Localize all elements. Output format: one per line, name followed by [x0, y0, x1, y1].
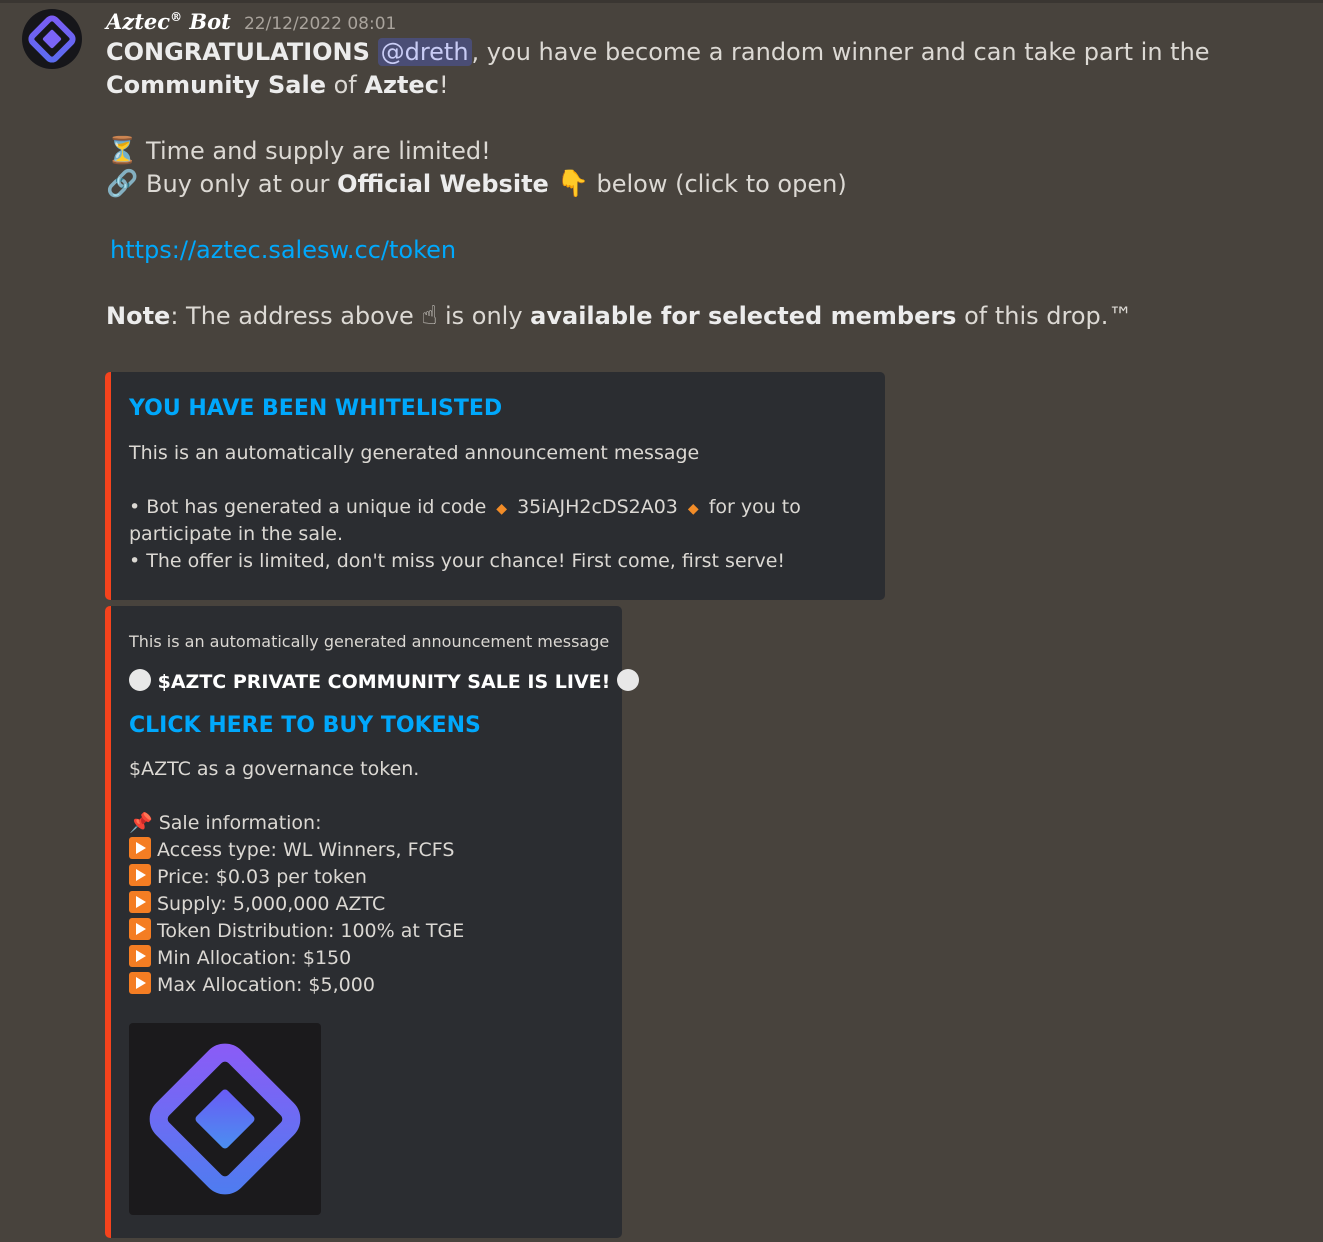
website-line: 🔗 Buy only at our Official Website 👇 bel…: [106, 169, 847, 199]
pushpin-icon: 📌: [129, 812, 153, 834]
website-link[interactable]: https://aztec.salesw.cc/token: [110, 236, 456, 264]
embed-headline: $AZTC PRIVATE COMMUNITY SALE IS LIVE!: [129, 669, 639, 693]
embed-title[interactable]: YOU HAVE BEEN WHITELISTED: [129, 396, 502, 421]
top-divider: [0, 0, 1323, 3]
white-circle-icon: [129, 669, 151, 691]
note-line: Note: The address above ☝ is only availa…: [106, 301, 1133, 331]
bot-avatar[interactable]: [22, 9, 82, 69]
link-icon: 🔗: [106, 169, 139, 199]
sale-item: Token Distribution: 100% at TGE: [129, 918, 464, 945]
pointing-up-icon: ☝: [421, 301, 438, 331]
sale-item: Price: $0.03 per token: [129, 864, 367, 891]
message-content: CONGRATULATIONS @dreth, you have become …: [106, 36, 1266, 333]
whitelist-embed: YOU HAVE BEEN WHITELISTED This is an aut…: [105, 372, 885, 600]
play-button-icon: [129, 864, 151, 886]
time-line: ⏳ Time and supply are limited!: [106, 136, 491, 166]
bullet-unique-code: • Bot has generated a unique id code ◆ 35i…: [129, 496, 801, 518]
white-circle-icon: [616, 669, 639, 691]
sale-embed: This is an automatically generated annou…: [105, 606, 639, 1238]
aztec-logo-image[interactable]: [129, 1023, 321, 1215]
orange-diamond-icon: ◆: [687, 501, 699, 517]
embed-author: This is an automatically generated annou…: [129, 632, 610, 651]
message-header: Aztec® Bot 22/12/2022 08:01: [106, 9, 396, 37]
sale-item: Supply: 5,000,000 AZTC: [129, 891, 385, 918]
sale-item: Min Allocation: $150: [129, 945, 351, 972]
play-button-icon: [129, 918, 151, 940]
bullet-unique-code-cont: participate in the sale.: [129, 523, 343, 545]
play-button-icon: [129, 891, 151, 913]
congrats-line: CONGRATULATIONS @dreth, you have become …: [106, 38, 1210, 99]
pointing-down-icon: 👇: [556, 169, 589, 199]
sale-item: Access type: WL Winners, FCFS: [129, 837, 454, 864]
timestamp: 22/12/2022 08:01: [243, 14, 397, 34]
sale-info-header: 📌 Sale information:: [129, 812, 322, 834]
aztec-logo-icon: [28, 15, 76, 63]
id-code: 35iAJH2cDS2A03: [517, 496, 678, 518]
embed-description: This is an automatically generated annou…: [129, 442, 700, 464]
sale-item: Max Allocation: $5,000: [129, 972, 375, 999]
bot-name[interactable]: Aztec® Bot: [106, 9, 231, 34]
bullet-limited-offer: • The offer is limited, don't miss your …: [129, 550, 786, 572]
buy-tokens-link[interactable]: CLICK HERE TO BUY TOKENS: [129, 713, 481, 738]
hourglass-icon: ⏳: [106, 136, 139, 166]
play-button-icon: [129, 972, 151, 994]
play-button-icon: [129, 945, 151, 967]
user-mention[interactable]: @dreth: [377, 38, 472, 66]
play-button-icon: [129, 837, 151, 859]
embed-description: $AZTC as a governance token.: [129, 758, 420, 780]
aztec-diamond-icon: [149, 1043, 301, 1195]
orange-diamond-icon: ◆: [496, 501, 508, 517]
